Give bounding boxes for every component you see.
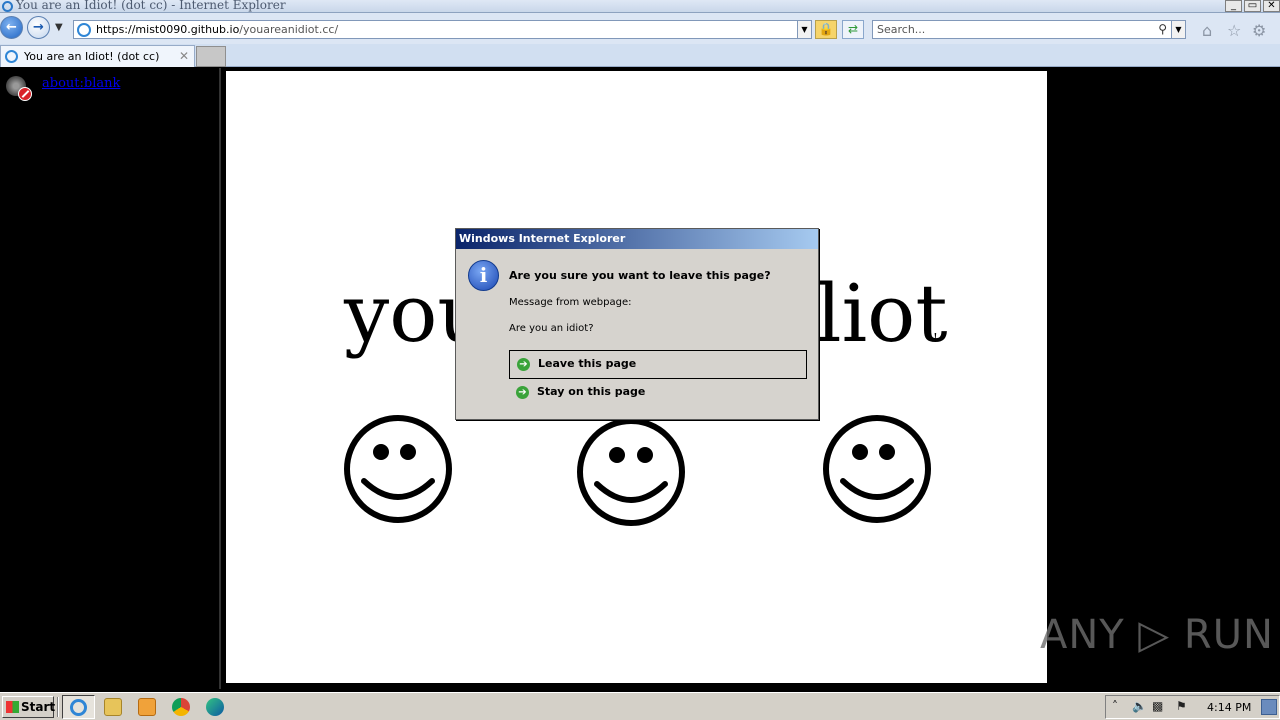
refresh-button[interactable]: ⇄ (842, 20, 864, 39)
frame-divider (219, 68, 221, 689)
tray-expand-icon[interactable]: ˄ (1112, 699, 1118, 713)
security-lock-icon[interactable]: 🔒 (815, 20, 837, 39)
media-player-icon[interactable] (138, 698, 156, 716)
tab-label: You are an Idiot! (dot cc) (24, 50, 160, 63)
smiley-face-icon (823, 415, 931, 523)
dialog-message-label: Message from webpage: (509, 297, 632, 308)
dialog-title-bar[interactable]: Windows Internet Explorer (456, 229, 818, 249)
leave-page-dialog: Windows Internet Explorer i Are you sure… (455, 228, 819, 420)
anyrun-watermark: ANY ▷ RUN (1040, 612, 1274, 658)
back-arrow-icon: ← (6, 20, 17, 35)
search-icon[interactable]: ⚲ (1158, 22, 1167, 36)
blank-link[interactable]: about:blank (42, 76, 120, 91)
home-icon[interactable]: ⌂ (1202, 21, 1212, 40)
ie-logo-icon (2, 1, 13, 12)
window-controls: _ ▭ ✕ (1225, 0, 1280, 12)
window-title: You are an Idiot! (dot cc) - Internet Ex… (16, 0, 286, 12)
forward-button[interactable]: → (27, 16, 50, 39)
window-title-bar: You are an Idiot! (dot cc) - Internet Ex… (0, 0, 1280, 13)
start-label: Start (21, 700, 56, 714)
tools-gear-icon[interactable]: ⚙ (1252, 21, 1266, 40)
dialog-message: Are you an idiot? (509, 323, 594, 334)
close-window-button[interactable]: ✕ (1263, 0, 1280, 12)
restore-button[interactable]: ▭ (1244, 0, 1261, 12)
history-dropdown-icon[interactable]: ▼ (55, 22, 63, 33)
tab-strip: You are an Idiot! (dot cc) ✕ (0, 44, 1280, 67)
system-tray: ˄ 🔈 ▩ ⚑ 4:14 PM (1105, 695, 1280, 719)
tab-active[interactable]: You are an Idiot! (dot cc) ✕ (0, 45, 195, 67)
new-tab-button[interactable] (196, 46, 226, 67)
url-path: /youareanidiot.cc/ (239, 23, 339, 36)
start-button[interactable]: Start (2, 696, 56, 718)
green-arrow-icon: ➔ (516, 386, 529, 399)
blocked-plugin-icon (6, 76, 32, 102)
address-url[interactable]: https://mist0090.github.io/youareanidiot… (96, 23, 338, 36)
favorites-star-icon[interactable]: ☆ (1227, 21, 1241, 40)
headline-idiot: liot (816, 267, 948, 360)
back-button[interactable]: ← (0, 16, 23, 39)
url-host: https://mist0090.github.io (96, 23, 240, 36)
edge-icon[interactable] (206, 698, 224, 716)
navigation-bar: ← → ▼ https://mist0090.github.io/youarea… (0, 13, 1280, 44)
search-box[interactable]: Search... ⚲ ▼ (872, 20, 1186, 39)
windows-flag-icon (6, 701, 19, 713)
green-arrow-icon: ➔ (517, 358, 530, 371)
smiley-face-icon (577, 418, 685, 526)
headline-exclamation: ! (933, 331, 938, 345)
info-icon: i (468, 260, 499, 291)
taskbar: Start ˄ 🔈 ▩ ⚑ 4:14 PM (0, 692, 1280, 720)
page-ie-icon (77, 23, 91, 37)
network-icon[interactable]: ▩ (1152, 699, 1163, 713)
taskbar-separator (57, 697, 59, 717)
search-dropdown-icon[interactable]: ▼ (1171, 21, 1185, 38)
stay-page-button[interactable]: ➔ Stay on this page (509, 379, 807, 408)
dialog-title: Windows Internet Explorer (459, 232, 626, 245)
search-placeholder: Search... (877, 23, 926, 36)
minimize-button[interactable]: _ (1225, 0, 1242, 12)
forward-arrow-icon: → (33, 20, 44, 35)
tab-close-icon[interactable]: ✕ (179, 49, 189, 63)
file-explorer-icon[interactable] (104, 698, 122, 716)
clock[interactable]: 4:14 PM (1207, 701, 1251, 714)
taskbar-ie-button[interactable] (62, 695, 95, 719)
show-desktop-button[interactable] (1261, 699, 1277, 715)
action-center-flag-icon[interactable]: ⚑ (1176, 699, 1187, 713)
address-dropdown-icon[interactable]: ▼ (797, 21, 811, 38)
leave-page-label: Leave this page (538, 357, 637, 370)
chrome-icon[interactable] (172, 698, 190, 716)
dialog-question: Are you sure you want to leave this page… (509, 269, 771, 282)
address-bar[interactable]: https://mist0090.github.io/youareanidiot… (73, 20, 812, 39)
smiley-face-icon (344, 415, 452, 523)
tab-ie-icon (5, 50, 18, 63)
volume-icon[interactable]: 🔈 (1132, 699, 1147, 713)
ie-logo-icon (70, 699, 87, 716)
stay-page-label: Stay on this page (537, 385, 646, 398)
leave-page-button[interactable]: ➔ Leave this page (509, 350, 807, 379)
